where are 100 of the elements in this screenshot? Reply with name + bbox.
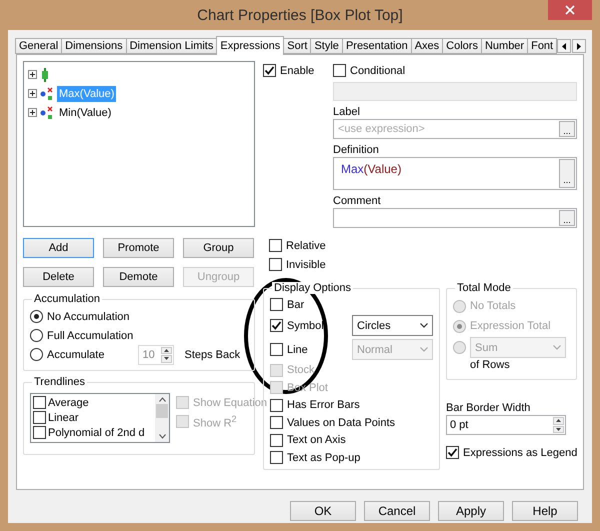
- tab[interactable]: Presentation: [342, 38, 412, 54]
- condition-field[interactable]: [333, 82, 577, 101]
- expand-icon[interactable]: [28, 70, 37, 79]
- checkbox-label: Relative: [286, 240, 326, 252]
- action-button[interactable]: Delete: [23, 267, 94, 287]
- definition-field[interactable]: Max(Value) ...: [333, 157, 577, 190]
- group-title: Trendlines: [32, 376, 87, 388]
- tab[interactable]: Dimension Limits: [126, 38, 218, 54]
- group-title: Display Options: [272, 282, 354, 294]
- list-item[interactable]: Average: [48, 396, 89, 408]
- list-item[interactable]: Polynomial of 2nd d: [48, 426, 145, 438]
- checkbox-label: Invisible: [286, 258, 326, 270]
- browse-button[interactable]: ...: [559, 210, 575, 226]
- tab[interactable]: General: [15, 38, 62, 54]
- tab[interactable]: Expressions: [216, 36, 284, 55]
- dialog-button[interactable]: OK: [290, 501, 356, 521]
- left-triangle-icon: [562, 42, 566, 50]
- group-title: Total Mode: [455, 282, 513, 294]
- checkbox[interactable]: [270, 398, 283, 412]
- tab[interactable]: Axes: [410, 38, 444, 54]
- action-button[interactable]: Group: [183, 238, 254, 258]
- steps-label: Steps Back: [184, 348, 240, 360]
- action-button[interactable]: Add: [23, 238, 94, 258]
- field-label: Bar Border Width: [446, 402, 532, 414]
- down-triangle-icon: [556, 428, 561, 431]
- tab[interactable]: Colors: [442, 38, 482, 54]
- checkbox[interactable]: [270, 298, 283, 312]
- checkbox-label: Conditional: [350, 64, 406, 76]
- action-button[interactable]: Demote: [103, 267, 174, 287]
- checkbox[interactable]: [269, 239, 282, 252]
- checkbox[interactable]: [446, 446, 459, 459]
- tab[interactable]: Font: [527, 38, 558, 54]
- checkbox-label: Box Plot: [287, 382, 328, 394]
- browse-button[interactable]: ...: [559, 121, 575, 137]
- window-title: Chart Properties [Box Plot Top]: [197, 6, 403, 24]
- tab-scroll-right-button[interactable]: [572, 39, 586, 53]
- bar-icon: [40, 68, 50, 82]
- group-title: Accumulation: [32, 293, 102, 305]
- chevron-up-icon[interactable]: [158, 397, 166, 402]
- field-label: Definition: [333, 144, 380, 156]
- radio-label: Full Accumulation: [47, 330, 134, 342]
- checkbox-label: Show R$^{2}$: [193, 414, 237, 430]
- checkbox[interactable]: [269, 258, 282, 271]
- radio-label: Accumulate: [47, 348, 104, 360]
- expression-icon: [40, 86, 54, 100]
- tree-item[interactable]: Min(Value): [57, 104, 114, 120]
- chevron-down-icon: [420, 347, 428, 352]
- checkbox[interactable]: [33, 426, 46, 439]
- chevron-down-icon[interactable]: [158, 434, 166, 439]
- spin-down-button[interactable]: [553, 426, 564, 433]
- checkbox[interactable]: [270, 343, 283, 356]
- checkbox-label: Text on Axis: [287, 434, 346, 446]
- checkbox-label: Enable: [280, 64, 314, 76]
- radio-button[interactable]: [30, 310, 43, 323]
- field-label: Comment: [333, 195, 382, 207]
- spin-up-button[interactable]: [553, 417, 564, 424]
- checkbox[interactable]: [263, 64, 276, 77]
- checkbox[interactable]: [270, 451, 283, 464]
- dialog-button[interactable]: Help: [512, 501, 578, 521]
- radio-button[interactable]: [30, 348, 43, 361]
- checkbox[interactable]: [270, 434, 283, 447]
- checkbox-label: Symbol: [287, 320, 324, 332]
- label-field[interactable]: <use expression> ...: [333, 119, 577, 139]
- checkbox-label: Has Error Bars: [287, 399, 360, 412]
- up-triangle-icon: [556, 419, 561, 422]
- dialog-button[interactable]: Apply: [438, 501, 504, 521]
- checkbox[interactable]: [33, 396, 46, 409]
- dialog-button[interactable]: Cancel: [364, 501, 430, 521]
- tab[interactable]: Number: [480, 38, 528, 54]
- scrollbar[interactable]: [155, 394, 169, 442]
- field-label: of Rows: [469, 359, 510, 371]
- list-item[interactable]: Linear: [48, 412, 79, 424]
- close-icon: [565, 5, 575, 15]
- checkbox-label: Text as Pop-up: [287, 452, 360, 464]
- radio-label: No Accumulation: [47, 310, 130, 322]
- expand-icon[interactable]: [28, 108, 37, 117]
- checkbox-label: Expressions as Legend: [463, 446, 578, 458]
- tab[interactable]: Style: [310, 38, 343, 54]
- browse-button[interactable]: ...: [559, 159, 575, 188]
- checkbox[interactable]: [333, 64, 346, 77]
- dropdown[interactable]: Circles: [352, 315, 433, 336]
- expand-icon[interactable]: [28, 89, 37, 98]
- action-button[interactable]: Promote: [103, 238, 174, 258]
- checkbox[interactable]: [270, 416, 283, 430]
- checkbox-label: Stock: [287, 364, 315, 376]
- checkbox-label: Values on Data Points: [287, 416, 396, 429]
- chevron-down-icon: [553, 345, 561, 350]
- chevron-down-icon: [420, 323, 428, 328]
- tab[interactable]: Dimensions: [61, 38, 127, 54]
- tab[interactable]: Sort: [283, 38, 312, 54]
- comment-field[interactable]: ...: [333, 208, 577, 228]
- up-triangle-icon: [164, 348, 170, 352]
- checkbox[interactable]: [33, 411, 46, 424]
- checkbox-label: Line: [287, 344, 308, 356]
- tab-scroll-left-button[interactable]: [557, 39, 572, 53]
- close-button[interactable]: [548, 0, 592, 20]
- checkbox[interactable]: [270, 319, 283, 332]
- expression-icon: [40, 106, 54, 120]
- border-width-spinner[interactable]: 0 pt: [446, 415, 566, 435]
- radio-button[interactable]: [30, 329, 43, 342]
